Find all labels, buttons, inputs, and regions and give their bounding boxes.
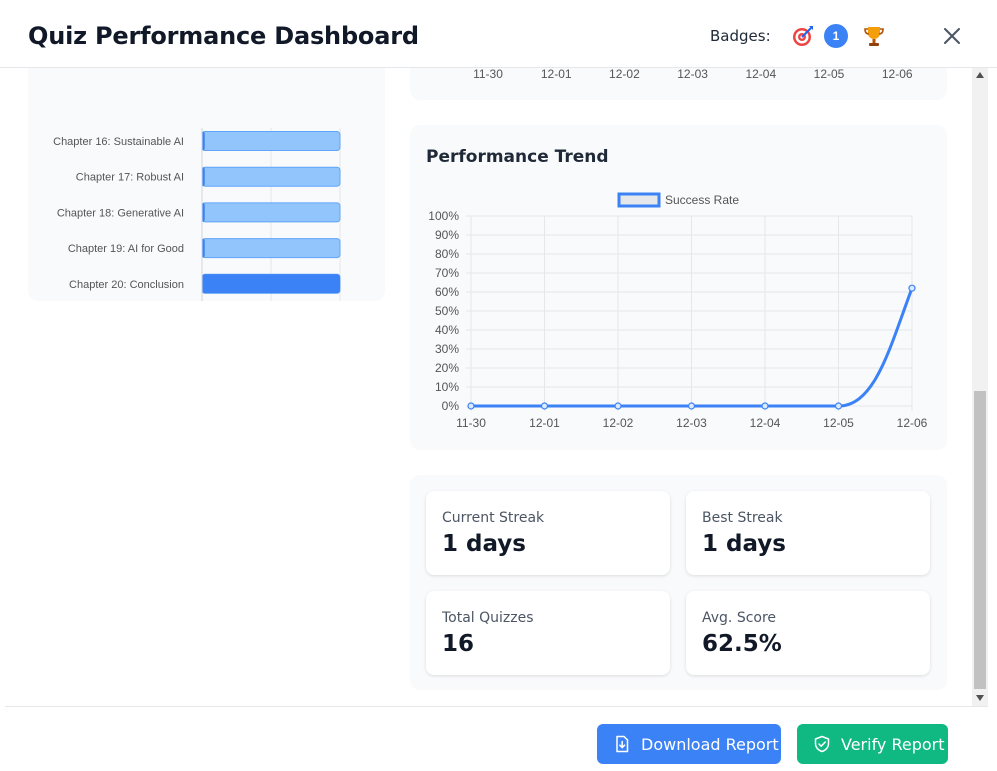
dashboard-footer: Download Report Verify Report [0, 706, 997, 771]
activity-chart-card: 11-30 12-01 12-02 12-03 12-04 12-05 12-06 [410, 68, 947, 100]
x-tick-label: 12-06 [882, 68, 913, 81]
total-quizzes-stat: Total Quizzes 16 [426, 591, 670, 675]
download-report-button[interactable]: Download Report [597, 724, 781, 764]
data-point [540, 402, 549, 410]
scroll-down-arrow-icon[interactable] [976, 695, 984, 701]
bar [201, 238, 341, 259]
y-tick-label: Chapter 17: Robust AI [76, 172, 184, 184]
legend-label: Success Rate [665, 193, 739, 207]
x-tick-label: 12-04 [750, 416, 781, 430]
shield-check-icon [814, 735, 830, 753]
bar [201, 202, 341, 223]
footer-divider [5, 706, 988, 707]
performance-trend-chart: Success Rate 0% 10% 20% 30% 40% 50% 60% 70% 80% 90… [428, 192, 928, 430]
bar [201, 131, 341, 151]
avg-score-stat: Avg. Score 62.5% [686, 591, 930, 675]
y-tick-label: 30% [435, 342, 459, 356]
trophy-icon [862, 24, 886, 48]
bar [202, 274, 340, 294]
stat-label: Best Streak [702, 510, 783, 526]
data-point [467, 402, 475, 410]
data-point [761, 402, 769, 410]
data-point [834, 402, 843, 410]
bar [201, 166, 341, 187]
y-tick-label: 90% [435, 228, 459, 242]
data-point [687, 402, 696, 410]
stat-label: Total Quizzes [442, 610, 534, 626]
stats-card: Current Streak 1 days Best Streak 1 days… [410, 475, 947, 690]
y-tick-label: 80% [435, 247, 459, 261]
x-tick-label: 12-05 [823, 416, 854, 430]
y-tick-label: Chapter 16: Sustainable AI [53, 136, 184, 148]
x-tick-label: 12-01 [541, 68, 572, 81]
scrollbar-thumb[interactable] [974, 391, 986, 689]
data-point [908, 284, 916, 292]
y-tick-label: 40% [435, 323, 459, 337]
y-tick-label: 10% [435, 380, 459, 394]
x-tick-label: 12-04 [745, 68, 776, 81]
y-tick-label: 20% [435, 361, 459, 375]
stat-value: 1 days [442, 531, 526, 557]
dashboard-content[interactable]: Chapter 16: Sustainable AI Chapter 17: Ro… [0, 68, 972, 706]
y-tick-label: 70% [435, 266, 459, 280]
target-icon [791, 24, 815, 48]
stat-value: 16 [442, 631, 475, 657]
content-scrollbar[interactable] [972, 68, 988, 706]
badges-label: Badges: [710, 27, 771, 45]
legend-swatch [617, 192, 661, 208]
dashboard-header: Quiz Performance Dashboard Badges: 1 [0, 0, 997, 68]
data-point [614, 402, 622, 410]
x-tick-label: 12-03 [677, 68, 708, 81]
chapter-completion-card: Chapter 16: Sustainable AI Chapter 17: Ro… [28, 68, 385, 349]
activity-chart: 11-30 12-01 12-02 12-03 12-04 12-05 12-06 [473, 68, 913, 81]
stat-value: 62.5% [702, 631, 782, 657]
download-report-label: Download Report [641, 734, 779, 754]
y-tick-label: 50% [435, 304, 459, 318]
y-tick-label: Chapter 18: Generative AI [57, 207, 184, 219]
number-badge: 1 [824, 24, 848, 48]
y-tick-label: 60% [435, 285, 459, 299]
x-tick-label: 12-03 [676, 416, 707, 430]
performance-trend-card: Performance Trend Success Rate 0% 10% 20% 30… [410, 125, 947, 450]
best-streak-stat: Best Streak 1 days [686, 491, 930, 575]
verify-report-label: Verify Report [841, 734, 945, 754]
close-icon [944, 28, 960, 44]
stat-label: Avg. Score [702, 610, 777, 626]
scroll-up-arrow-icon[interactable] [976, 72, 984, 78]
stat-label: Current Streak [442, 510, 545, 526]
x-tick-label: 12-02 [603, 416, 634, 430]
page-title: Quiz Performance Dashboard [28, 22, 419, 50]
x-tick-label: 12-01 [529, 416, 560, 430]
download-icon [616, 735, 629, 753]
current-streak-stat: Current Streak 1 days [426, 491, 670, 575]
y-tick-label: 0% [442, 399, 460, 413]
y-tick-label: 100% [428, 209, 459, 223]
close-button[interactable] [940, 24, 964, 48]
stat-value: 1 days [702, 531, 786, 557]
x-tick-label: 12-05 [814, 68, 845, 81]
x-tick-label: 12-02 [609, 68, 640, 81]
x-tick-label: 12-06 [897, 416, 928, 430]
x-tick-label: 11-30 [456, 416, 486, 430]
chapter-completion-chart: Chapter 16: Sustainable AI Chapter 17: Ro… [53, 128, 356, 349]
x-tick-label: 11-30 [473, 68, 503, 81]
verify-report-button[interactable]: Verify Report [797, 724, 948, 764]
y-tick-label: Chapter 19: AI for Good [68, 243, 184, 255]
y-tick-label: Chapter 20: Conclusion [69, 279, 184, 291]
performance-trend-title: Performance Trend [426, 147, 609, 167]
